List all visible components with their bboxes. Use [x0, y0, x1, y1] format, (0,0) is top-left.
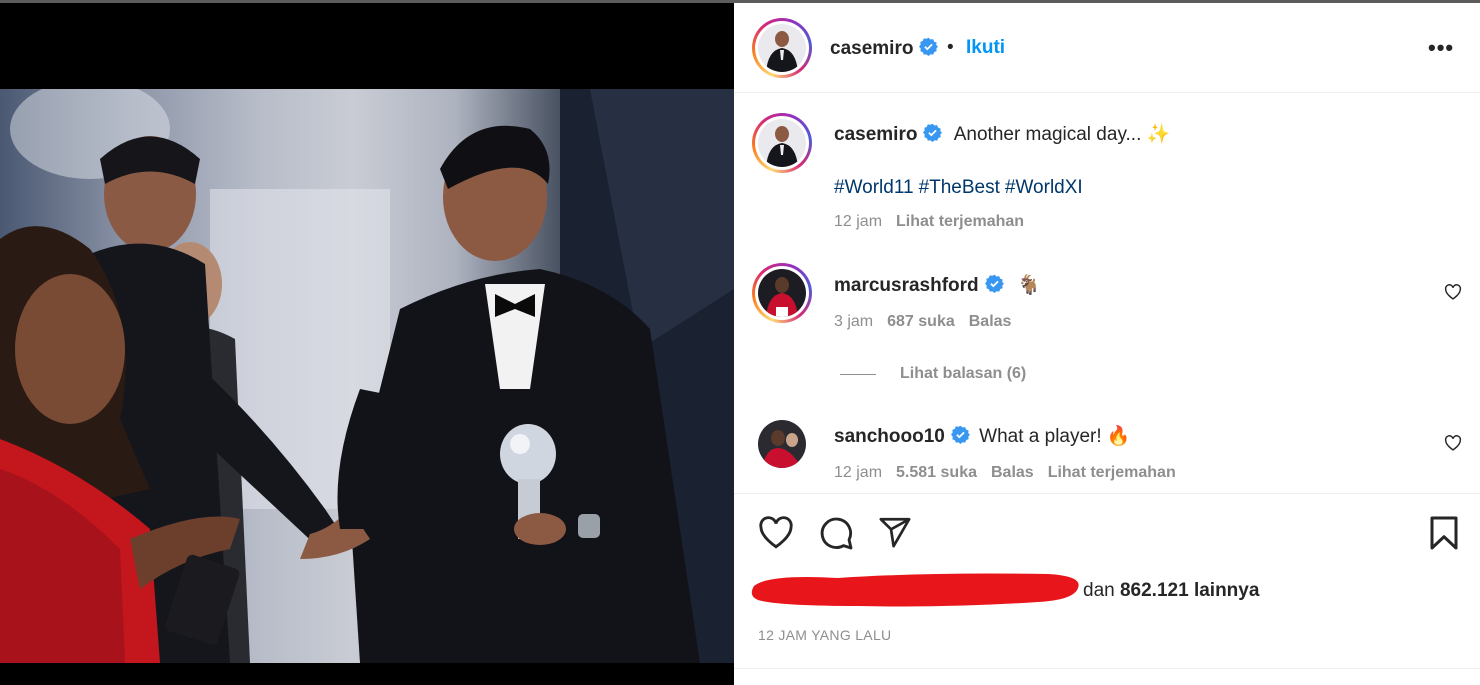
- more-options-icon[interactable]: •••: [1428, 35, 1454, 61]
- post-header: casemiro • Ikuti •••: [734, 3, 1480, 93]
- header-separator: •: [947, 37, 954, 58]
- caption-text: Another magical day... ✨: [953, 124, 1171, 145]
- likes-prefix: dan: [1083, 580, 1120, 601]
- author-avatar-image: [758, 24, 806, 72]
- caption: casemiro Another magical day... ✨: [834, 122, 1170, 146]
- comment-text: What a player! 🔥: [979, 426, 1131, 447]
- verified-badge-icon: [984, 274, 1004, 293]
- comment-timestamp[interactable]: 3 jam: [834, 313, 873, 330]
- award-ceremony-photo: [0, 89, 734, 663]
- caption-author-avatar[interactable]: [752, 113, 812, 173]
- commenter-avatar-image: [758, 420, 806, 468]
- likes-summary: dan 862.121 lainnya: [1083, 580, 1259, 602]
- comment-meta: 12 jam 5.581 suka Balas Lihat terjemahan: [834, 464, 1176, 482]
- follow-button[interactable]: Ikuti: [966, 37, 1005, 59]
- comment-heart-icon[interactable]: [1444, 435, 1462, 451]
- comment-timestamp[interactable]: 12 jam: [834, 464, 882, 481]
- comment-username[interactable]: sanchooo10: [834, 426, 945, 447]
- caption-meta: 12 jam Lihat terjemahan: [834, 213, 1024, 231]
- commenter-avatar-image: [758, 269, 806, 317]
- comment-like-count[interactable]: 5.581 suka: [896, 464, 977, 481]
- hashtag-link[interactable]: #TheBest: [919, 177, 1000, 198]
- comment-text: 🐐: [1016, 275, 1041, 296]
- comment-like-count[interactable]: 687 suka: [887, 313, 955, 330]
- view-replies-divider: [840, 374, 876, 375]
- see-translation-link[interactable]: Lihat terjemahan: [896, 213, 1024, 230]
- reply-button[interactable]: Balas: [991, 464, 1034, 481]
- author-avatar[interactable]: [752, 18, 812, 78]
- comment-input-area[interactable]: [734, 668, 1480, 685]
- post-side-panel: casemiro • Ikuti ••• casemiro Another ma…: [734, 3, 1480, 685]
- comment-avatar[interactable]: [752, 263, 812, 323]
- comment-meta: 3 jam 687 suka Balas: [834, 313, 1011, 331]
- redaction-scribble: [751, 573, 1079, 607]
- hashtag-link[interactable]: #WorldXI: [1005, 177, 1083, 198]
- view-replies-button[interactable]: Lihat balasan (6): [900, 365, 1026, 383]
- hashtag-link[interactable]: #World11: [834, 177, 914, 198]
- comment-icon[interactable]: [818, 515, 854, 551]
- comment: marcusrashford 🐐: [834, 273, 1041, 297]
- verified-badge-icon: [950, 425, 970, 444]
- comment-username[interactable]: marcusrashford: [834, 275, 979, 296]
- comment-heart-icon[interactable]: [1444, 284, 1462, 300]
- author-username-text[interactable]: casemiro: [830, 38, 913, 59]
- author-username[interactable]: casemiro: [830, 37, 939, 60]
- see-translation-link[interactable]: Lihat terjemahan: [1048, 464, 1176, 481]
- post-photo[interactable]: [0, 89, 734, 663]
- send-icon[interactable]: [878, 515, 912, 549]
- likes-count-link[interactable]: 862.121 lainnya: [1120, 580, 1259, 601]
- bookmark-icon[interactable]: [1428, 515, 1460, 551]
- caption-hashtags: #World11 #TheBest #WorldXI: [834, 177, 1088, 199]
- caption-avatar-image: [758, 119, 806, 167]
- comment: sanchooo10 What a player! 🔥: [834, 424, 1131, 448]
- post-timestamp[interactable]: 12 JAM YANG LALU: [758, 627, 891, 643]
- heart-icon[interactable]: [758, 516, 794, 549]
- verified-badge-icon: [919, 37, 939, 56]
- caption-username[interactable]: casemiro: [834, 124, 917, 145]
- comment-avatar[interactable]: [758, 420, 806, 468]
- verified-badge-icon: [923, 123, 943, 142]
- reply-button[interactable]: Balas: [969, 313, 1012, 330]
- post-media[interactable]: [0, 3, 734, 685]
- actions-divider: [734, 493, 1480, 494]
- caption-timestamp[interactable]: 12 jam: [834, 213, 882, 230]
